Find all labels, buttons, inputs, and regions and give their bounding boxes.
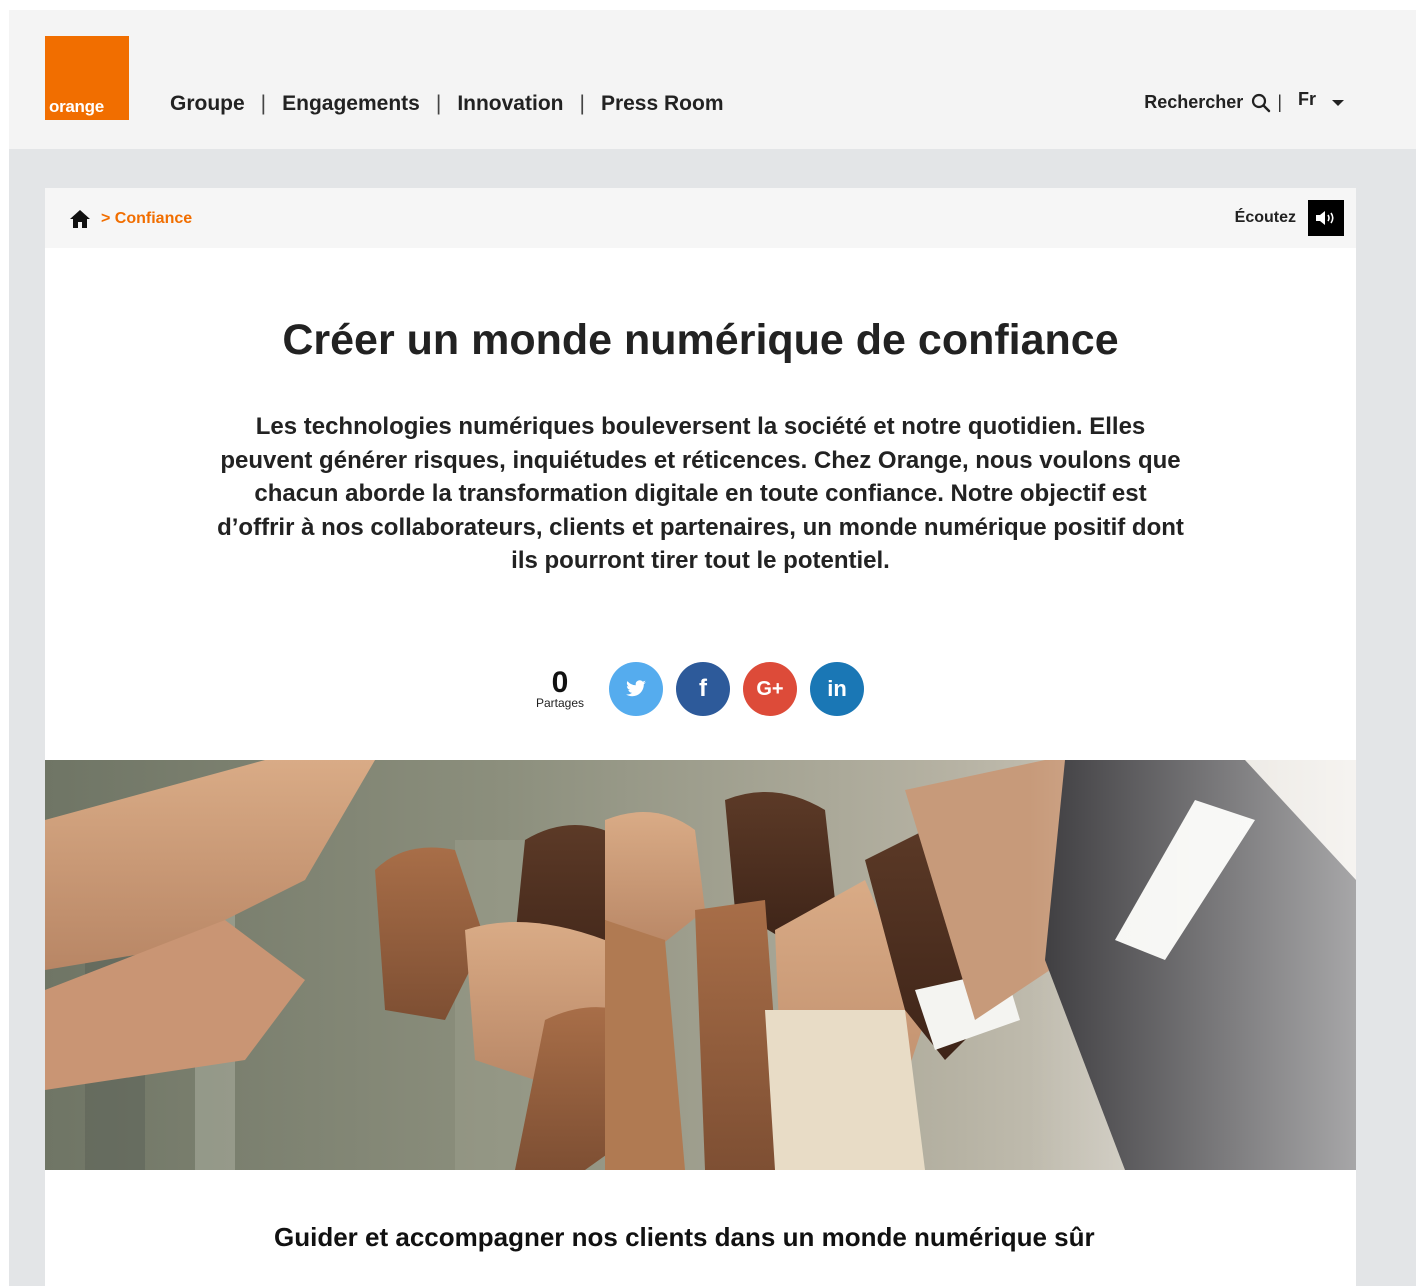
- main-nav: Groupe | Engagements | Innovation | Pres…: [170, 92, 724, 116]
- google-plus-icon: G+: [756, 677, 784, 700]
- listen-label: Écoutez: [1234, 209, 1296, 226]
- header-utilities: Rechercher | Fr: [1144, 89, 1344, 113]
- chevron-down-icon: [1332, 99, 1344, 106]
- language-selector[interactable]: Fr: [1298, 89, 1344, 110]
- listen-button[interactable]: Écoutez: [1235, 200, 1344, 236]
- speaker-icon: [1308, 200, 1344, 236]
- search-icon: [1252, 93, 1271, 112]
- nav-item-engagements[interactable]: Engagements: [282, 92, 420, 116]
- nav-separator: |: [260, 92, 267, 115]
- home-icon[interactable]: [69, 209, 91, 229]
- nav-item-press-room[interactable]: Press Room: [601, 92, 724, 116]
- linkedin-icon: in: [827, 676, 847, 701]
- share-bar: 0 Partages f G+ in: [529, 662, 877, 716]
- orange-logo[interactable]: orange: [45, 36, 129, 120]
- utility-separator: |: [1277, 92, 1282, 112]
- twitter-icon: [626, 680, 646, 697]
- search-label: Rechercher: [1144, 92, 1244, 112]
- linkedin-share-button[interactable]: in: [810, 662, 864, 716]
- facebook-share-button[interactable]: f: [676, 662, 730, 716]
- section-heading: Guider et accompagner nos clients dans u…: [274, 1222, 1095, 1252]
- nav-item-groupe[interactable]: Groupe: [170, 92, 245, 116]
- language-value: Fr: [1298, 89, 1316, 109]
- nav-separator: |: [435, 92, 442, 115]
- nav-item-innovation[interactable]: Innovation: [457, 92, 563, 116]
- facebook-icon: f: [699, 675, 707, 702]
- search-button[interactable]: Rechercher: [1144, 92, 1271, 113]
- twitter-share-button[interactable]: [609, 662, 663, 716]
- share-count-label: Partages: [535, 696, 585, 710]
- share-count: 0 Partages: [529, 666, 591, 710]
- breadcrumb-bar: > Confiance Écoutez: [45, 188, 1356, 248]
- google-plus-share-button[interactable]: G+: [743, 662, 797, 716]
- logo-text: orange: [49, 97, 104, 116]
- breadcrumb-current[interactable]: > Confiance: [101, 210, 192, 228]
- share-count-number: 0: [551, 666, 569, 699]
- site-header: orange Groupe | Engagements | Innovation…: [9, 10, 1416, 149]
- intro-paragraph: Les technologies numériques bouleversent…: [217, 413, 1184, 574]
- hero-image: [45, 760, 1356, 1170]
- nav-separator: |: [579, 92, 585, 115]
- page-title: Créer un monde numérique de confiance: [282, 316, 1119, 364]
- browser-viewport: orange Groupe | Engagements | Innovation…: [9, 10, 1416, 1286]
- content-card: > Confiance Écoutez Créer un monde numér…: [45, 188, 1356, 1286]
